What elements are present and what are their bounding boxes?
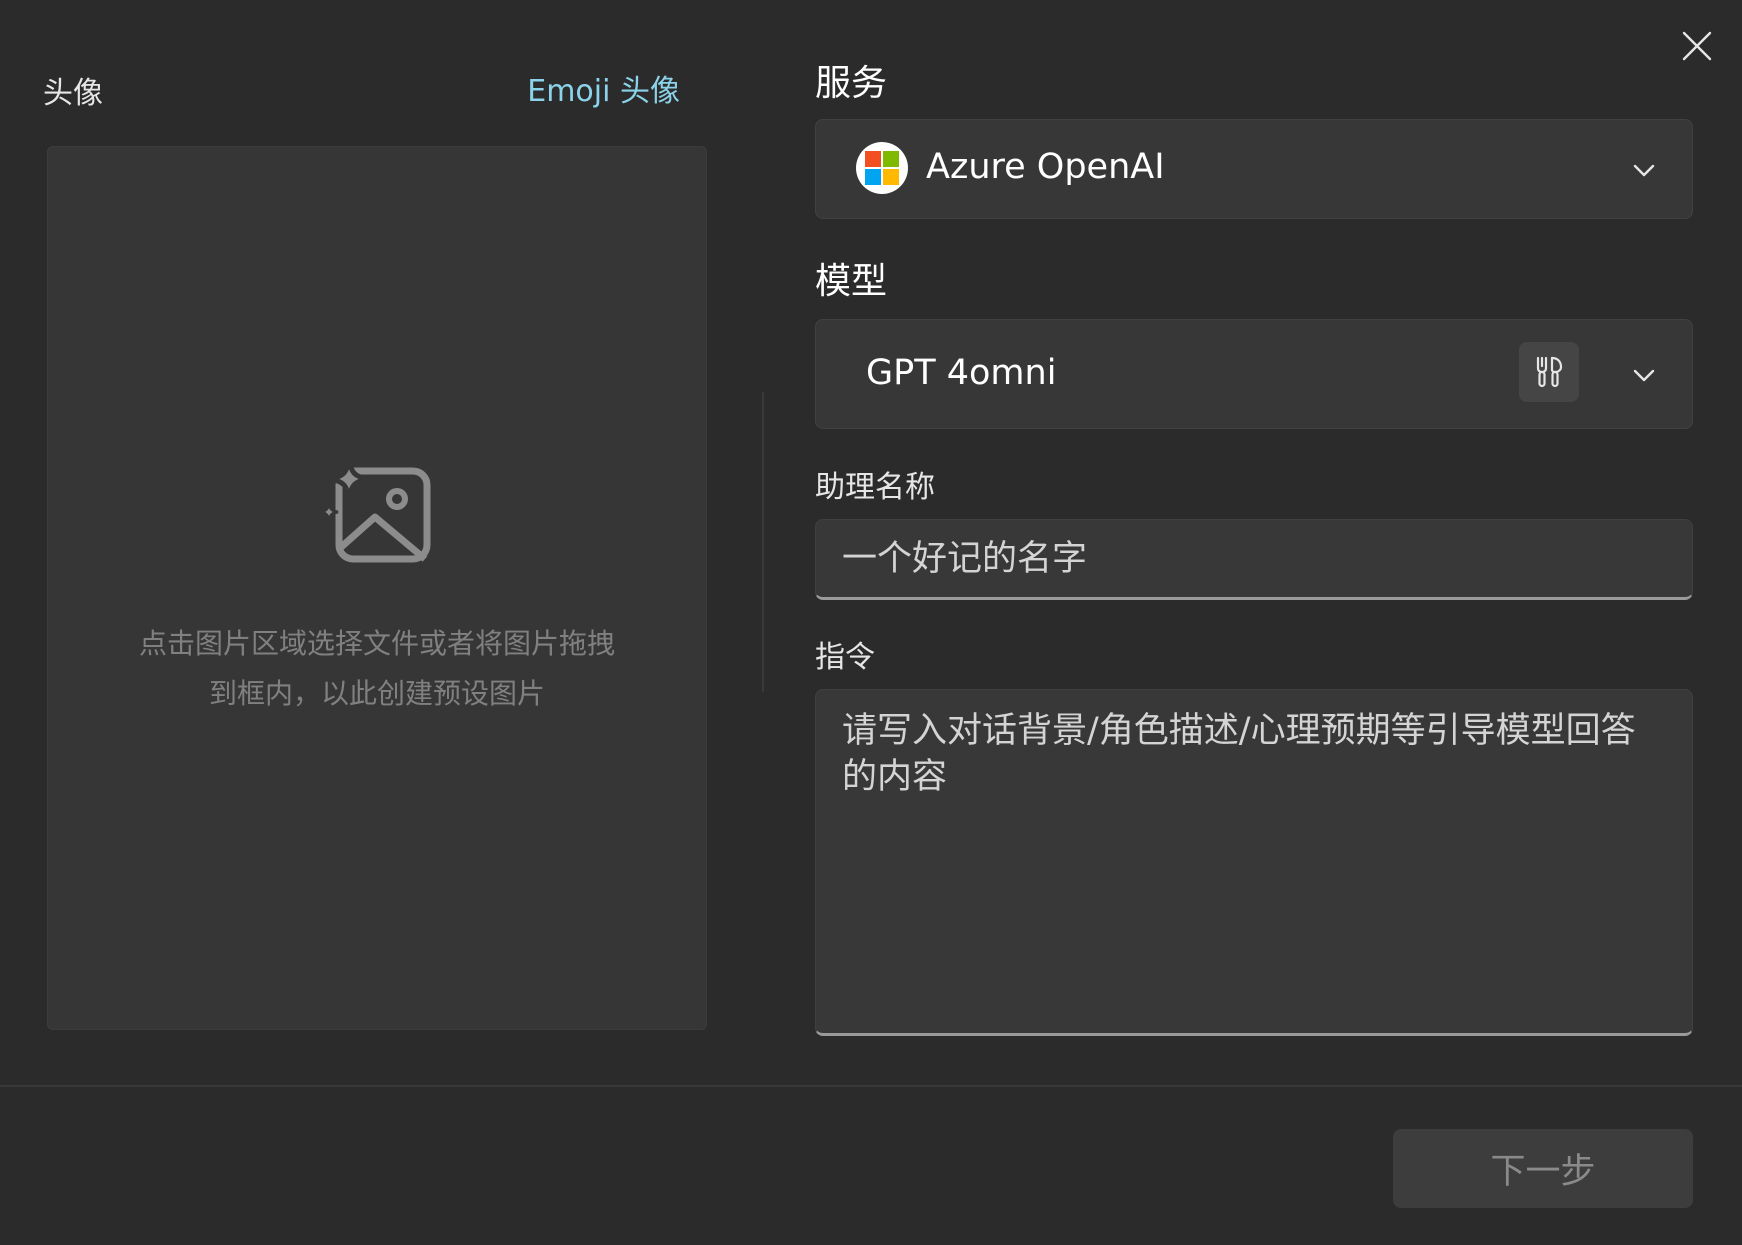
create-assistant-dialog: 头像 Emoji 头像 点击图片区域选择文件或者将图片拖拽 到框内，以此创建预设… <box>0 0 1742 1245</box>
model-selected-value: GPT 4omni <box>866 353 1057 393</box>
close-icon <box>1682 31 1712 61</box>
close-button[interactable] <box>1673 22 1721 70</box>
chevron-down-icon <box>1633 164 1655 177</box>
column-divider <box>762 392 764 692</box>
model-select[interactable]: GPT 4omni <box>815 319 1693 429</box>
assistant-name-input[interactable] <box>815 519 1693 600</box>
dropzone-hint-line-1: 点击图片区域选择文件或者将图片拖拽 <box>138 627 615 660</box>
model-title: 模型 <box>815 261 888 302</box>
dropzone-hint: 点击图片区域选择文件或者将图片拖拽 到框内，以此创建预设图片 <box>88 619 666 719</box>
dropzone-hint-line-2: 到框内，以此创建预设图片 <box>208 677 545 710</box>
tools-icon <box>1536 356 1563 388</box>
image-sparkle-icon <box>319 459 431 563</box>
service-select[interactable]: Azure OpenAI <box>815 119 1693 219</box>
service-title: 服务 <box>815 63 888 104</box>
instruction-textarea[interactable] <box>815 689 1693 1036</box>
avatar-dropzone[interactable]: 点击图片区域选择文件或者将图片拖拽 到框内，以此创建预设图片 <box>47 146 707 1030</box>
model-tools-button[interactable] <box>1519 342 1579 402</box>
emoji-avatar-link[interactable]: Emoji 头像 <box>527 66 680 110</box>
instruction-label: 指令 <box>815 640 875 675</box>
chevron-down-icon <box>1633 369 1655 382</box>
footer-divider <box>0 1085 1742 1087</box>
next-button[interactable]: 下一步 <box>1393 1129 1693 1208</box>
avatar-label: 头像 <box>43 76 103 111</box>
service-selected-value: Azure OpenAI <box>926 147 1165 187</box>
microsoft-logo-icon <box>856 142 908 194</box>
assistant-name-label: 助理名称 <box>815 470 935 505</box>
